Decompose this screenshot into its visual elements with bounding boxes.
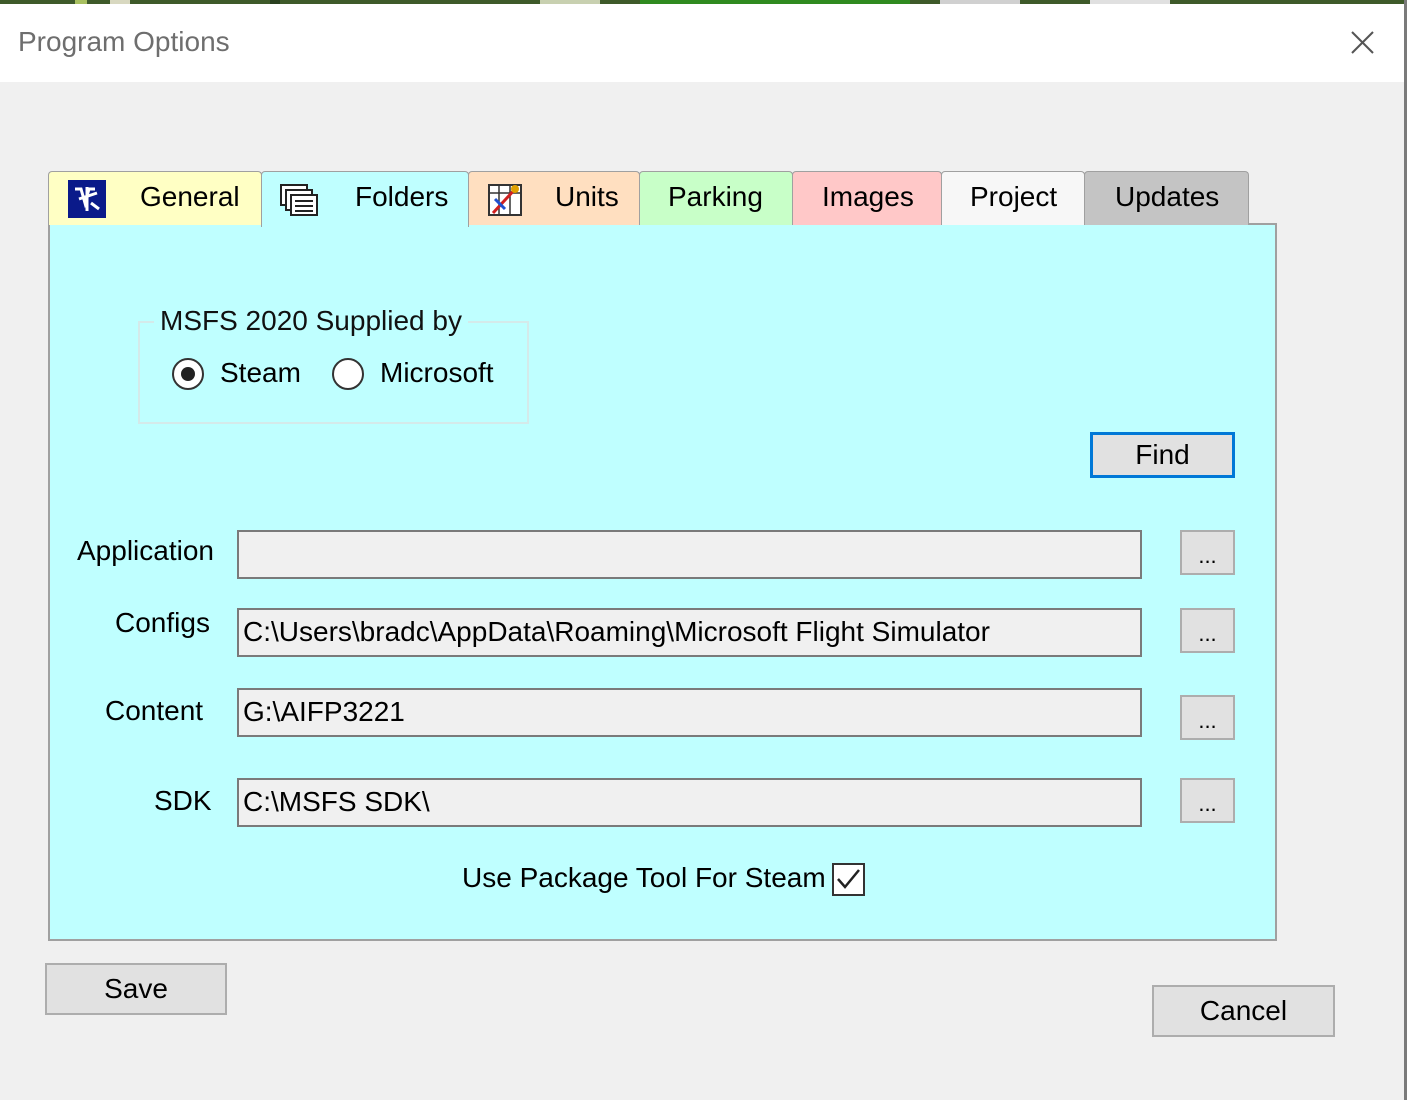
radio-steam[interactable] (172, 358, 204, 390)
application-label: Application (77, 535, 214, 566)
radio-microsoft[interactable] (332, 358, 364, 390)
browse-content-button[interactable]: ... (1180, 695, 1235, 740)
tab-images[interactable]: Images (792, 171, 942, 225)
tab-parking-label: Parking (668, 181, 763, 212)
tab-units[interactable]: Units (468, 171, 640, 225)
sdk-label: SDK (154, 785, 212, 816)
tab-general[interactable]: General (48, 171, 262, 225)
tab-parking[interactable]: Parking (639, 171, 793, 225)
package-tool-checkbox[interactable] (832, 863, 865, 896)
tab-folders-label: Folders (355, 181, 449, 212)
tab-updates[interactable]: Updates (1084, 171, 1249, 225)
find-button[interactable]: Find (1090, 432, 1235, 478)
supplier-group-legend: MSFS 2020 Supplied by (154, 305, 468, 337)
sdk-path-field[interactable]: C:\MSFS SDK\ (237, 778, 1142, 827)
checkmark-icon (837, 869, 860, 889)
folders-icon (278, 179, 318, 219)
tab-general-label: General (140, 181, 240, 212)
window-title: Program Options (18, 26, 230, 57)
radio-microsoft-label[interactable]: Microsoft (380, 357, 494, 389)
package-tool-label: Use Package Tool For Steam (462, 862, 826, 893)
units-icon (485, 179, 525, 219)
tab-images-label: Images (822, 181, 914, 212)
content-label: Content (105, 695, 204, 726)
close-icon[interactable] (1342, 24, 1382, 64)
content-path-field[interactable]: G:\AIFP3221 (237, 688, 1142, 737)
radio-selected-dot (181, 367, 195, 381)
save-button[interactable]: Save (45, 963, 227, 1015)
application-path-field[interactable] (237, 530, 1142, 579)
tab-project-label: Project (970, 181, 1058, 212)
tab-updates-label: Updates (1115, 181, 1220, 212)
radio-steam-label[interactable]: Steam (220, 357, 301, 389)
app-logo-icon (67, 179, 107, 219)
cancel-button[interactable]: Cancel (1152, 985, 1335, 1037)
browse-sdk-button[interactable]: ... (1180, 778, 1235, 823)
configs-label: Configs (115, 607, 210, 638)
tab-project[interactable]: Project (941, 171, 1085, 225)
browse-configs-button[interactable]: ... (1180, 608, 1235, 653)
tab-folders[interactable]: Folders (261, 171, 469, 227)
tab-units-label: Units (555, 181, 619, 212)
browse-application-button[interactable]: ... (1180, 530, 1235, 575)
configs-path-field[interactable]: C:\Users\bradc\AppData\Roaming\Microsoft… (237, 608, 1142, 657)
